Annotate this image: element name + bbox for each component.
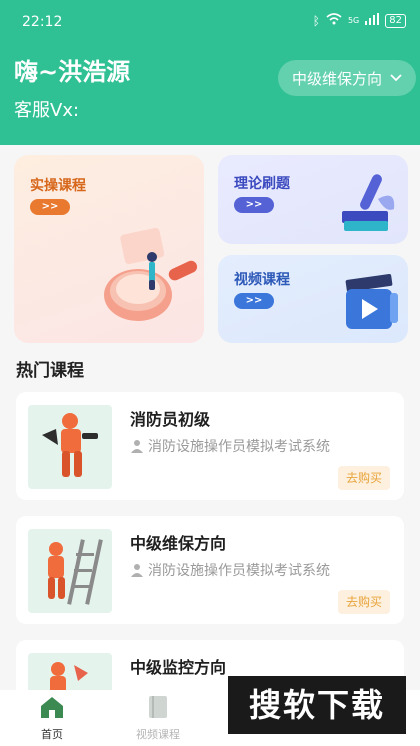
signal-icon (365, 13, 380, 28)
header: 22:12 ᛒ 5G 82 嗨~洪浩源 客服Vx: 中级维保方向 (0, 0, 420, 145)
practical-course-card[interactable]: 实操课程 >> (14, 155, 204, 343)
practical-go-button[interactable]: >> (30, 199, 70, 215)
tab-home-label: 首页 (41, 728, 63, 741)
course-name: 消防员初级 (130, 410, 211, 429)
status-bar: 22:12 ᛒ 5G 82 (0, 0, 420, 40)
practical-course-title: 实操课程 (30, 178, 86, 194)
video-course-title: 视频课程 (234, 272, 290, 288)
video-clapper-illustration (345, 273, 398, 329)
tab-video-label: 视频课程 (136, 728, 180, 741)
book-icon (149, 696, 167, 718)
hot-courses-title: 热门课程 (16, 361, 84, 381)
firefighter-ladder-thumbnail (28, 529, 112, 613)
course-subtitle-row: 消防设施操作员模拟考试系统 (130, 436, 330, 456)
book-pen-illustration (342, 174, 395, 231)
magnifier-illustration (104, 227, 198, 321)
theory-practice-title: 理论刷题 (234, 176, 290, 192)
firefighter-thumbnail (28, 405, 112, 489)
course-subtitle: 消防设施操作员模拟考试系统 (148, 563, 330, 579)
tab-home[interactable]: 首页 (12, 694, 92, 742)
signal-label: 5G (347, 16, 360, 25)
video-go-button[interactable]: >> (234, 293, 274, 309)
theory-practice-card[interactable]: 理论刷题 >> (218, 155, 408, 244)
status-time: 22:12 (22, 14, 63, 30)
course-subtitle: 消防设施操作员模拟考试系统 (148, 439, 330, 455)
tab-video-courses[interactable]: 视频课程 (118, 694, 198, 742)
home-icon (41, 697, 63, 718)
course-name: 中级维保方向 (130, 534, 227, 553)
service-contact: 客服Vx: (14, 100, 80, 121)
chevron-down-icon (390, 74, 402, 82)
theory-go-button[interactable]: >> (234, 197, 274, 213)
direction-select-label: 中级维保方向 (292, 69, 383, 88)
site-watermark: 搜软下载 (228, 676, 406, 734)
greeting: 嗨~洪浩源 (14, 58, 131, 86)
bluetooth-icon: ᛒ (312, 13, 320, 28)
course-item[interactable]: 中级维保方向 消防设施操作员模拟考试系统 去购买 (16, 516, 404, 624)
status-icons: ᛒ 5G 82 (313, 13, 406, 28)
course-name: 中级监控方向 (130, 658, 227, 677)
wifi-icon (326, 13, 342, 28)
course-item[interactable]: 消防员初级 消防设施操作员模拟考试系统 去购买 (16, 392, 404, 500)
buy-button[interactable]: 去购买 (338, 466, 390, 490)
video-course-card[interactable]: 视频课程 >> (218, 255, 408, 343)
buy-button[interactable]: 去购买 (338, 590, 390, 614)
direction-select[interactable]: 中级维保方向 (278, 60, 416, 96)
user-icon (131, 440, 143, 453)
user-icon (131, 564, 143, 577)
battery-icon: 82 (385, 13, 406, 28)
course-subtitle-row: 消防设施操作员模拟考试系统 (130, 560, 330, 580)
